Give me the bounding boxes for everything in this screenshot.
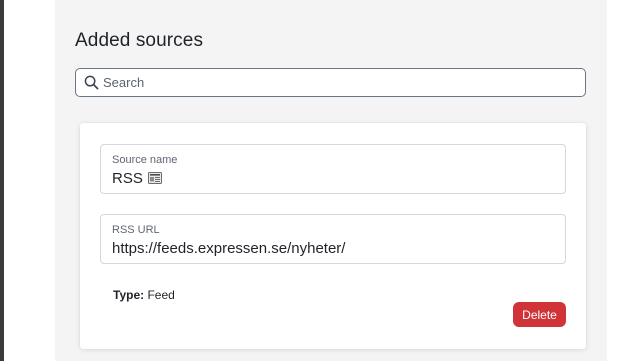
window-edge — [0, 0, 4, 361]
source-card: Source name RSS RSS URL https://feeds.ex… — [80, 123, 586, 349]
source-name-label: Source name — [112, 154, 178, 166]
section-title: Added sources — [75, 30, 204, 51]
rss-url-field[interactable]: RSS URL https://feeds.expressen.se/nyhet… — [100, 214, 566, 264]
type-value: Feed — [147, 288, 175, 302]
source-name-value-wrap[interactable]: RSS — [112, 170, 162, 187]
type-label: Type: — [113, 288, 145, 302]
search-field[interactable] — [75, 68, 586, 97]
search-input[interactable] — [103, 71, 573, 94]
search-icon — [84, 75, 99, 90]
type-line: Type: Feed — [113, 288, 175, 302]
rss-url-value[interactable]: https://feeds.expressen.se/nyheter/ — [112, 240, 345, 257]
rss-url-label: RSS URL — [112, 224, 160, 236]
right-margin — [607, 0, 644, 361]
source-name-value[interactable]: RSS — [112, 170, 143, 187]
delete-button[interactable]: Delete — [513, 302, 566, 327]
source-name-field[interactable]: Source name RSS — [100, 144, 566, 194]
newspaper-icon — [147, 172, 162, 184]
